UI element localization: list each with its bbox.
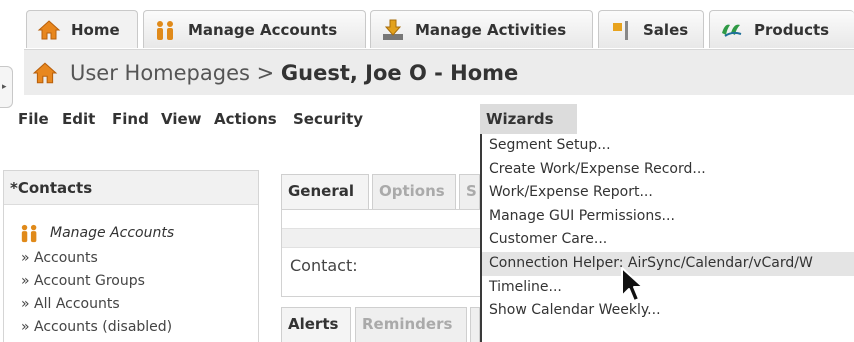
mouse-cursor-icon [620, 266, 646, 306]
flag-icon [609, 19, 633, 41]
manage-accounts-group[interactable]: Manage Accounts [18, 223, 174, 243]
tab-sales[interactable]: Sales [598, 10, 704, 48]
tab-general[interactable]: General [281, 174, 369, 209]
menu-item-create-work-expense[interactable]: Create Work/Expense Record... [482, 158, 854, 182]
breadcrumb: User Homepages > Guest, Joe O - Home [24, 49, 854, 95]
tab-home[interactable]: Home [26, 10, 138, 48]
tab-reminders[interactable]: Reminders [355, 307, 467, 342]
tab-truncated[interactable]: S [459, 174, 480, 209]
home-icon [32, 61, 58, 85]
breadcrumb-path[interactable]: User Homepages > [70, 61, 281, 85]
link-accounts[interactable]: » Accounts [21, 247, 172, 270]
tab-label: Sales [643, 20, 689, 39]
group-label: Manage Accounts [50, 225, 175, 241]
menu-item-segment-setup[interactable]: Segment Setup... [482, 134, 854, 158]
home-icon [37, 19, 61, 41]
tab-label: Home [71, 20, 120, 39]
menu-bar: File Edit Find View Actions Security Wiz… [0, 104, 854, 134]
link-all-accounts[interactable]: » All Accounts [21, 293, 172, 316]
tab-truncated[interactable] [470, 307, 480, 342]
tab-manage-accounts[interactable]: Manage Accounts [143, 10, 366, 48]
sidebar-toggle-handle[interactable]: ▸ [0, 66, 13, 108]
contacts-links: » Accounts » Account Groups » All Accoun… [21, 247, 172, 339]
link-account-groups[interactable]: » Account Groups [21, 270, 172, 293]
menu-wizards[interactable]: Wizards [480, 104, 577, 134]
people-icon [154, 19, 178, 41]
page-title: Guest, Joe O - Home [280, 60, 519, 85]
contacts-header: *Contacts [4, 171, 258, 205]
menu-item-work-expense-report[interactable]: Work/Expense Report... [482, 181, 854, 205]
general-panel: Contact: [281, 209, 480, 297]
menu-item-show-calendar-weekly[interactable]: Show Calendar Weekly... [482, 299, 854, 323]
tab-manage-activities[interactable]: Manage Activities [370, 10, 593, 48]
expand-arrow-icon: ▸ [2, 82, 7, 92]
menu-item-customer-care[interactable]: Customer Care... [482, 228, 854, 252]
tab-alerts[interactable]: Alerts [281, 307, 351, 342]
tab-products[interactable]: Products [709, 10, 854, 48]
menu-file[interactable]: File [12, 104, 55, 134]
menu-item-manage-gui-permissions[interactable]: Manage GUI Permissions... [482, 205, 854, 229]
menu-security[interactable]: Security [287, 104, 369, 134]
wizards-dropdown: Segment Setup... Create Work/Expense Rec… [480, 134, 854, 342]
tab-label: Manage Activities [415, 20, 567, 39]
download-icon [381, 19, 405, 41]
menu-item-timeline[interactable]: Timeline... [482, 276, 854, 300]
menu-edit[interactable]: Edit [56, 104, 101, 134]
products-icon [720, 19, 744, 41]
contacts-panel: *Contacts Manage Accounts » Accounts » A… [3, 170, 259, 342]
menu-item-connection-helper[interactable]: Connection Helper: AirSync/Calendar/vCar… [482, 251, 854, 276]
tab-label: Manage Accounts [188, 20, 338, 39]
tab-label: Products [754, 20, 830, 39]
people-icon [18, 223, 42, 243]
top-tab-bar: Home Manage Accounts Manage Activities S… [0, 0, 854, 50]
tab-options[interactable]: Options [372, 174, 456, 209]
link-accounts-disabled[interactable]: » Accounts (disabled) [21, 316, 172, 339]
contact-label: Contact: [290, 256, 358, 275]
menu-view[interactable]: View [155, 104, 208, 134]
menu-actions[interactable]: Actions [208, 104, 283, 134]
menu-find[interactable]: Find [106, 104, 155, 134]
panel-strip [282, 228, 480, 248]
